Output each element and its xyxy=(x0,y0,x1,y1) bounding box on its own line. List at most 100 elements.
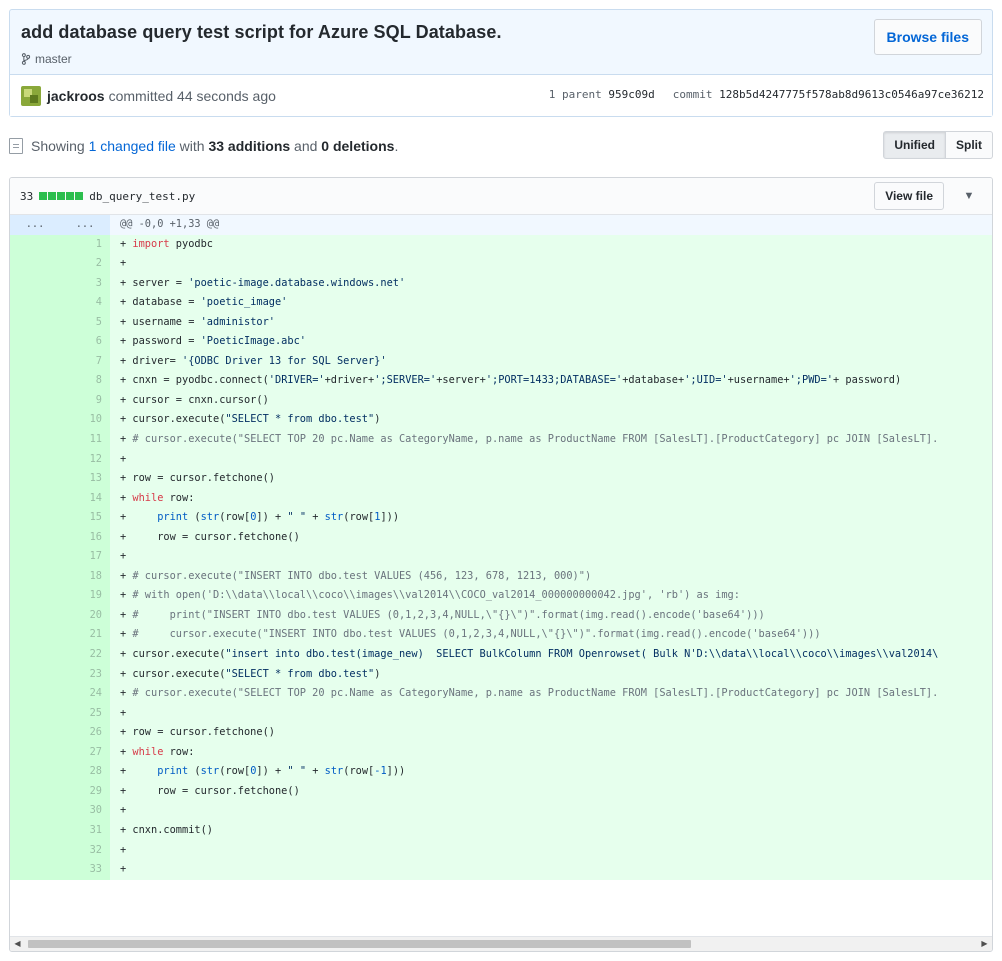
diff-line: 22 + cursor.execute("insert into dbo.test… xyxy=(10,645,992,665)
old-line-number[interactable] xyxy=(10,449,60,470)
diff-line: 11 + # cursor.execute("SELECT TOP 20 pc.N… xyxy=(10,430,992,450)
old-line-number[interactable] xyxy=(10,332,60,352)
diff-line: 10 + cursor.execute("SELECT * from dbo.te… xyxy=(10,410,992,431)
new-line-number[interactable]: 16 xyxy=(60,527,110,548)
new-line-number[interactable]: 20 xyxy=(60,605,110,626)
new-line-number[interactable]: 17 xyxy=(60,547,110,567)
code-line: + xyxy=(110,703,992,724)
old-line-number[interactable] xyxy=(10,273,60,294)
old-line-number[interactable] xyxy=(10,645,60,665)
commit-header: add database query test script for Azure… xyxy=(9,9,993,117)
author-link[interactable]: jackroos xyxy=(47,88,105,104)
new-line-number[interactable]: 33 xyxy=(60,860,110,880)
unified-button[interactable]: Unified xyxy=(883,131,946,159)
new-line-number[interactable]: 3 xyxy=(60,273,110,294)
old-line-number[interactable] xyxy=(10,605,60,626)
new-line-number[interactable]: 30 xyxy=(60,801,110,821)
new-line-number[interactable]: 4 xyxy=(60,293,110,313)
branch-label[interactable]: master xyxy=(21,52,980,66)
old-line-number[interactable] xyxy=(10,430,60,450)
old-line-number[interactable] xyxy=(10,684,60,704)
old-line-number[interactable] xyxy=(10,254,60,274)
new-line-number[interactable]: 1 xyxy=(60,234,110,255)
new-line-number[interactable]: 21 xyxy=(60,625,110,646)
new-line-number[interactable]: 15 xyxy=(60,508,110,528)
old-line-number[interactable] xyxy=(10,234,60,255)
old-line-number[interactable] xyxy=(10,527,60,548)
code-token: ])) xyxy=(386,765,406,778)
new-line-number[interactable]: 13 xyxy=(60,469,110,489)
new-line-number[interactable]: 19 xyxy=(60,586,110,606)
new-line-number[interactable]: 24 xyxy=(60,684,110,704)
split-button[interactable]: Split xyxy=(946,131,993,159)
old-line-number[interactable] xyxy=(10,762,60,782)
new-line-number[interactable]: 31 xyxy=(60,820,110,841)
new-line-number[interactable]: 27 xyxy=(60,742,110,763)
old-line-number[interactable] xyxy=(10,703,60,724)
old-line-number[interactable] xyxy=(10,723,60,743)
old-line-number[interactable] xyxy=(10,351,60,372)
scroll-left-arrow-icon[interactable]: ◀ xyxy=(10,937,25,951)
scroll-right-arrow-icon[interactable]: ▶ xyxy=(977,937,992,951)
horizontal-scrollbar[interactable]: ◀ ▶ xyxy=(10,936,992,951)
old-line-number[interactable] xyxy=(10,625,60,646)
old-line-number[interactable] xyxy=(10,410,60,431)
avatar[interactable] xyxy=(21,85,41,106)
old-line-number[interactable] xyxy=(10,547,60,567)
scroll-thumb[interactable] xyxy=(28,940,691,948)
old-line-number[interactable] xyxy=(10,840,60,861)
new-line-number[interactable]: 32 xyxy=(60,840,110,861)
new-line-number[interactable]: 23 xyxy=(60,664,110,685)
code-token: ';PORT=1433;DATABASE=' xyxy=(485,374,623,387)
old-line-number[interactable] xyxy=(10,586,60,606)
old-line-number[interactable] xyxy=(10,820,60,841)
old-line-number[interactable] xyxy=(10,742,60,763)
new-line-number[interactable]: 7 xyxy=(60,351,110,372)
new-line-number[interactable]: 12 xyxy=(60,449,110,470)
code-token: + xyxy=(120,608,133,621)
new-line-number[interactable]: 2 xyxy=(60,254,110,274)
old-line-number[interactable] xyxy=(10,508,60,528)
new-line-number[interactable]: 11 xyxy=(60,430,110,450)
old-line-number[interactable] xyxy=(10,488,60,509)
old-line-number[interactable] xyxy=(10,469,60,489)
old-line-number[interactable] xyxy=(10,664,60,685)
old-line-number[interactable] xyxy=(10,390,60,411)
hunk-expand-old[interactable]: ... xyxy=(10,215,60,235)
code-token: str xyxy=(324,511,344,524)
new-line-number[interactable]: 28 xyxy=(60,762,110,782)
hunk-expand-new[interactable]: ... xyxy=(60,215,110,235)
old-line-number[interactable] xyxy=(10,371,60,391)
browse-files-button[interactable]: Browse files xyxy=(873,19,982,55)
old-line-number[interactable] xyxy=(10,312,60,333)
code-line: + xyxy=(110,254,992,274)
new-line-number[interactable]: 29 xyxy=(60,781,110,802)
code-token: ) xyxy=(374,413,381,426)
file-name-link[interactable]: db_query_test.py xyxy=(89,190,195,203)
old-line-number[interactable] xyxy=(10,860,60,880)
old-line-number[interactable] xyxy=(10,566,60,587)
chevron-down-icon[interactable]: ▼ xyxy=(960,187,978,205)
new-line-number[interactable]: 5 xyxy=(60,312,110,333)
parent-sha-link[interactable]: 959c09d xyxy=(608,88,654,101)
new-line-number[interactable]: 18 xyxy=(60,566,110,587)
new-line-number[interactable]: 26 xyxy=(60,723,110,743)
new-line-number[interactable]: 14 xyxy=(60,488,110,509)
new-line-number[interactable]: 10 xyxy=(60,410,110,431)
new-line-number[interactable]: 9 xyxy=(60,390,110,411)
new-line-number[interactable]: 25 xyxy=(60,703,110,724)
old-line-number[interactable] xyxy=(10,801,60,821)
parent-info: 1 parent 959c09d xyxy=(549,88,655,101)
code-token: + xyxy=(120,765,158,778)
code-token: (row[ xyxy=(343,765,375,778)
old-line-number[interactable] xyxy=(10,293,60,313)
new-line-number[interactable]: 8 xyxy=(60,371,110,391)
changed-files-link[interactable]: 1 changed file xyxy=(89,138,176,154)
view-file-button[interactable]: View file xyxy=(874,182,944,210)
diff-line: 6 + password = 'PoeticImage.abc' xyxy=(10,332,992,352)
new-line-number[interactable]: 6 xyxy=(60,332,110,352)
old-line-number[interactable] xyxy=(10,781,60,802)
code-line: + # cursor.execute("SELECT TOP 20 pc.Nam… xyxy=(110,430,992,450)
new-line-number[interactable]: 22 xyxy=(60,645,110,665)
code-token: +server+ xyxy=(436,374,486,387)
